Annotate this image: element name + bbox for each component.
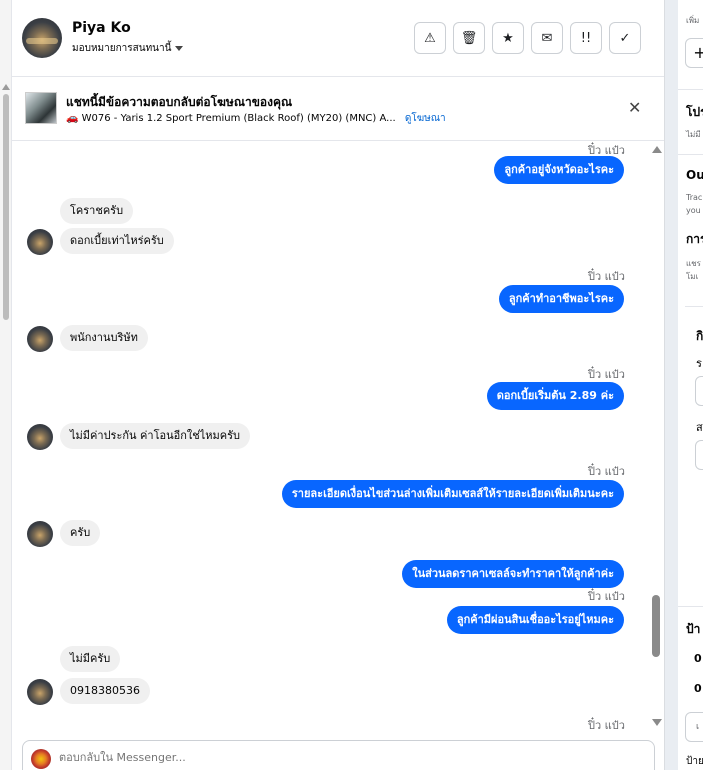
scrollbar-thumb[interactable] (3, 94, 9, 320)
priority-button[interactable]: !! (570, 22, 602, 54)
incoming-message[interactable]: ครับ (60, 520, 101, 546)
message-list-scrollbar[interactable] (649, 141, 663, 738)
car-icon: 🚗 (66, 113, 79, 124)
reply-composer[interactable] (22, 740, 655, 770)
delete-button[interactable]: 🗑 (453, 22, 485, 54)
outgoing-message[interactable]: ดอกเบี้ยเริ่มต้น 2.89 ค่ะ (486, 382, 624, 410)
outgoing-message[interactable]: ลูกค้ามีผ่อนสินเชื่ออะไรอยู่ไหมคะ (446, 606, 624, 634)
chevron-down-icon (175, 46, 184, 51)
panel-text: เพิ่ม (686, 16, 700, 25)
panel-text: Trac (686, 193, 703, 202)
incoming-message[interactable]: โคราชครับ (60, 198, 134, 224)
ad-reply-banner: แชทนี้มีข้อความตอบกลับต่อโฆษณาของคุณ 🚗 W… (12, 78, 664, 141)
sender-label: ปิ๋ว แป๋ว (588, 270, 625, 283)
ad-banner-title: แชทนี้มีข้อความตอบกลับต่อโฆษณาของคุณ (66, 95, 293, 109)
conversation-header: Piya Ko มอบหมายการสนทนานี้ ⚠ 🗑 ★ ✉ !! ✓ (12, 0, 664, 77)
mark-spam-button[interactable]: ⚠ (414, 22, 446, 54)
panel-text: ป้าย (686, 756, 703, 767)
outgoing-message[interactable]: ในส่วนลดราคาเซลล์จะทำราคาให้ลูกค้าค่ะ (402, 560, 624, 588)
reply-input[interactable] (59, 751, 619, 764)
incoming-message[interactable]: ไม่มีค่าประกัน ค่าโอนอีกใช่ไหมครับ (60, 423, 251, 449)
mark-done-button[interactable]: ✓ (609, 22, 641, 54)
trash-icon: 🗑 (460, 30, 478, 46)
page-logo-icon (31, 749, 51, 769)
contact-name[interactable]: Piya Ko (72, 20, 131, 36)
assign-label: มอบหมายการสนทนานี้ (72, 43, 172, 54)
ad-thumbnail (25, 92, 57, 124)
contact-avatar[interactable] (22, 18, 62, 58)
contact-avatar-small (27, 326, 53, 352)
pane-divider[interactable] (664, 0, 678, 770)
add-button[interactable]: + (685, 38, 703, 68)
message-list: ปิ๋ว แป๋ว ลูกค้าอยู่จังหวัดอะไรคะ โคราชค… (12, 141, 664, 738)
ad-name: W076 - Yaris 1.2 Sport Premium (Black Ro… (81, 113, 396, 124)
sender-label: ปิ๋ว แป๋ว (588, 590, 625, 603)
panel-text: you (686, 206, 701, 215)
scroll-up-arrow[interactable] (2, 84, 10, 90)
scroll-up-arrow[interactable] (652, 146, 662, 153)
star-icon: ★ (502, 30, 514, 46)
panel-section-title: กิ (696, 329, 703, 343)
warning-icon: ⚠ (424, 30, 436, 46)
outgoing-message[interactable]: ลูกค้าทำอาชีพอะไรคะ (498, 285, 624, 313)
scroll-down-arrow[interactable] (652, 719, 662, 726)
sender-label: ปิ๋ว แป๋ว (588, 465, 625, 478)
incoming-message[interactable]: พนักงานบริษัท (60, 325, 148, 351)
contact-avatar-small (27, 679, 53, 705)
contact-details-panel: เพิ่ม + โปร ไม่มี Ou Trac you การ แชร โม… (678, 0, 703, 770)
window-scrollbar[interactable] (0, 0, 12, 770)
panel-section-title: การ (686, 232, 703, 246)
check-icon: ✓ (619, 30, 631, 46)
panel-field-label: ส (696, 421, 703, 434)
contact-avatar-small (27, 521, 53, 547)
ad-banner-subtitle: 🚗 W076 - Yaris 1.2 Sport Premium (Black … (66, 111, 446, 126)
messenger-inbox-window: Piya Ko มอบหมายการสนทนานี้ ⚠ 🗑 ★ ✉ !! ✓ … (0, 0, 703, 770)
close-icon[interactable]: ✕ (628, 98, 641, 117)
label-input-text: เ (696, 722, 700, 732)
mark-unread-icon: ✉ (541, 30, 553, 46)
scrollbar-thumb[interactable] (652, 595, 660, 657)
view-ad-link[interactable]: ดูโฆษณา (405, 113, 446, 124)
outgoing-message[interactable]: ลูกค้าอยู่จังหวัดอะไรคะ (494, 156, 624, 184)
sender-label: ปิ๋ว แป๋ว (588, 368, 625, 381)
panel-text: โมเ (686, 272, 699, 281)
conversation-actions: ⚠ 🗑 ★ ✉ !! ✓ (414, 22, 641, 54)
panel-text: แชร (686, 259, 701, 268)
panel-field-input[interactable] (695, 440, 703, 470)
panel-section-title: Ou (686, 168, 703, 182)
panel-text: ไม่มี (686, 130, 701, 139)
star-button[interactable]: ★ (492, 22, 524, 54)
incoming-message[interactable]: 0918380536 (60, 678, 150, 704)
assign-conversation-dropdown[interactable]: มอบหมายการสนทนานี้ (72, 41, 184, 56)
incoming-message[interactable]: ดอกเบี้ยเท่าไหร่ครับ (60, 228, 174, 254)
contact-avatar-small (27, 229, 53, 255)
mark-unread-button[interactable]: ✉ (531, 22, 563, 54)
chat-pane: Piya Ko มอบหมายการสนทนานี้ ⚠ 🗑 ★ ✉ !! ✓ … (12, 0, 664, 770)
priority-icon: !! (580, 30, 592, 46)
incoming-message[interactable]: ไม่มีครับ (60, 646, 121, 672)
label-tag[interactable]: 0 (694, 652, 702, 665)
contact-avatar-small (27, 424, 53, 450)
panel-section-title: โปร (686, 105, 703, 119)
plus-icon: + (693, 43, 703, 62)
label-input[interactable]: เ (685, 712, 703, 742)
panel-section-title: ป้า (686, 622, 701, 636)
panel-field-input[interactable] (695, 376, 703, 406)
label-tag[interactable]: 0 (694, 682, 702, 695)
outgoing-message[interactable]: รายละเอียดเงื่อนไขส่วนล่างเพิ่มเติมเซลส์… (281, 480, 624, 508)
sender-label: ปิ๋ว แป๋ว (588, 719, 625, 732)
panel-field-label: ร (696, 357, 702, 370)
